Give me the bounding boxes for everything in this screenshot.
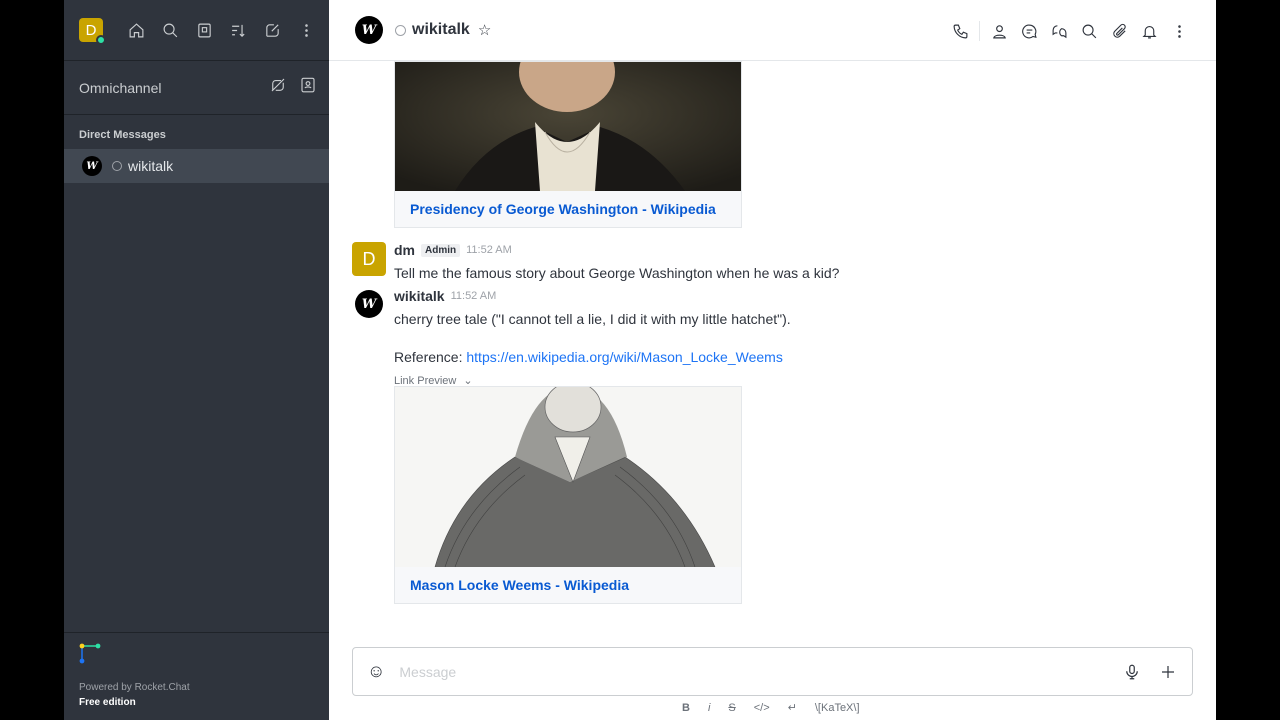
notification-bell-icon[interactable] xyxy=(1134,20,1164,42)
directory-icon[interactable] xyxy=(187,13,221,47)
room-header: W wikitalk ☆ xyxy=(329,0,1216,61)
message-input[interactable] xyxy=(399,663,1114,680)
message-timestamp: 11:52 AM xyxy=(466,244,512,256)
user-info-icon[interactable] xyxy=(984,20,1014,42)
home-icon[interactable] xyxy=(119,13,153,47)
message-text: Tell me the famous story about George Wa… xyxy=(394,265,840,281)
sidebar-item-label: wikitalk xyxy=(128,158,174,174)
formatting-toolbar: B i S </> ↵ \[KaTeX\] xyxy=(682,701,860,715)
contact-center-icon[interactable] xyxy=(299,76,317,97)
code-button[interactable]: </> xyxy=(754,702,770,714)
direct-messages-header: Direct Messages xyxy=(79,129,166,141)
room-status-icon xyxy=(395,24,406,36)
attachment-icon[interactable] xyxy=(1104,20,1134,42)
offline-status-icon xyxy=(112,161,122,171)
star-icon[interactable]: ☆ xyxy=(478,21,491,39)
reference-link[interactable]: https://en.wikipedia.org/wiki/Mason_Lock… xyxy=(466,349,782,365)
sidebar: D Omnichannel Direct Messages W wikitalk… xyxy=(64,0,329,720)
user-avatar-initial: D xyxy=(85,21,97,39)
avatar[interactable]: D xyxy=(352,242,386,276)
message-item[interactable]: D dm Admin 11:52 AM Tell me the famous s… xyxy=(352,242,1192,282)
main-panel: W wikitalk ☆ Presidency of George Washin… xyxy=(329,0,1216,720)
katex-button[interactable]: \[KaTeX\] xyxy=(815,702,860,714)
room-avatar[interactable]: W xyxy=(355,16,383,44)
edition-text: Free edition xyxy=(79,697,136,708)
link-preview-card[interactable]: Mason Locke Weems - Wikipedia xyxy=(394,386,742,604)
message-item[interactable]: W wikitalk 11:52 AM cherry tree tale ("I… xyxy=(352,288,1192,387)
sidebar-footer: Powered by Rocket.Chat Free edition xyxy=(64,632,329,720)
rocketchat-logo-icon xyxy=(79,643,103,667)
strike-button[interactable]: S xyxy=(728,702,735,714)
search-messages-icon[interactable] xyxy=(1074,20,1104,42)
sort-icon[interactable] xyxy=(221,13,255,47)
right-letterbox xyxy=(1216,0,1280,720)
message-list[interactable]: Presidency of George Washington - Wikipe… xyxy=(329,61,1216,641)
threads-icon[interactable] xyxy=(1014,20,1044,42)
discussions-icon[interactable] xyxy=(1044,20,1074,42)
kebab-menu-icon[interactable] xyxy=(1164,20,1194,42)
omnichannel-label: Omnichannel xyxy=(79,79,162,96)
message-username[interactable]: dm xyxy=(394,242,415,258)
online-status-dot xyxy=(96,35,106,45)
message-composer: ☺ xyxy=(352,647,1193,696)
role-badge: Admin xyxy=(421,243,461,257)
message-text: cherry tree tale ("I cannot tell a lie, … xyxy=(394,311,791,327)
preview-link-title[interactable]: Presidency of George Washington - Wikipe… xyxy=(395,191,741,227)
omnichannel-status-icon[interactable] xyxy=(269,76,287,97)
sidebar-item-wikitalk[interactable]: W wikitalk xyxy=(64,149,329,183)
microphone-icon[interactable] xyxy=(1114,663,1150,681)
reference-line: Reference: https://en.wikipedia.org/wiki… xyxy=(394,348,1192,366)
header-divider xyxy=(979,21,980,41)
sidebar-topbar: D xyxy=(64,0,329,61)
emoji-icon[interactable]: ☺ xyxy=(367,661,385,682)
kebab-menu-icon[interactable] xyxy=(289,13,323,47)
bold-button[interactable]: B xyxy=(682,702,690,714)
preview-link-title[interactable]: Mason Locke Weems - Wikipedia xyxy=(395,567,741,603)
powered-by-text: Powered by Rocket.Chat xyxy=(79,682,190,693)
user-avatar[interactable]: D xyxy=(79,18,106,45)
avatar[interactable]: W xyxy=(355,290,383,318)
call-icon[interactable] xyxy=(945,20,975,42)
link-preview-card[interactable]: Presidency of George Washington - Wikipe… xyxy=(394,61,742,228)
plus-icon[interactable] xyxy=(1150,663,1186,681)
preview-image xyxy=(395,62,741,191)
italic-button[interactable]: i xyxy=(708,702,710,714)
message-username[interactable]: wikitalk xyxy=(394,288,445,304)
omnichannel-section: Omnichannel xyxy=(64,61,329,115)
app-window: D Omnichannel Direct Messages W wikitalk… xyxy=(64,0,1216,720)
preview-image xyxy=(395,387,741,567)
compose-icon[interactable] xyxy=(255,13,289,47)
search-icon[interactable] xyxy=(153,13,187,47)
wikitalk-avatar: W xyxy=(82,156,102,176)
message-timestamp: 11:52 AM xyxy=(450,290,497,302)
room-title[interactable]: wikitalk xyxy=(412,21,470,39)
multiline-button[interactable]: ↵ xyxy=(788,701,797,714)
reference-label: Reference: xyxy=(394,349,467,365)
